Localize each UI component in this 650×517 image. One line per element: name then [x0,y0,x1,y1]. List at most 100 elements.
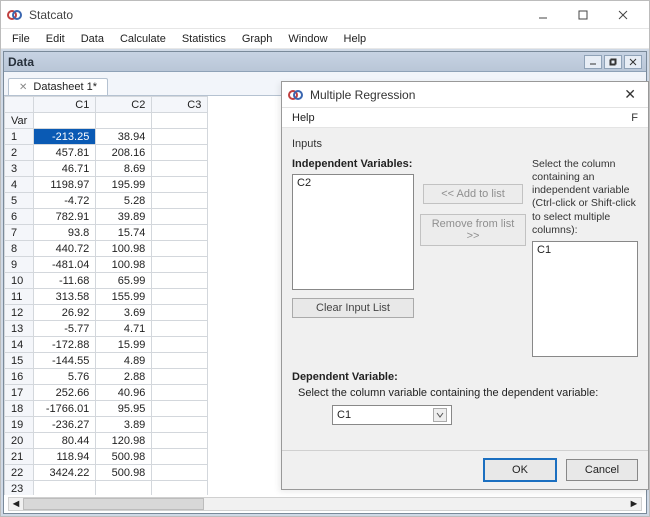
row-header[interactable]: 11 [5,289,34,305]
table-row[interactable]: 14-172.8815.99 [5,337,208,353]
row-header[interactable]: 8 [5,241,34,257]
row-header[interactable]: 5 [5,193,34,209]
cell[interactable]: -481.04 [34,257,96,273]
cell[interactable]: 26.92 [34,305,96,321]
cell[interactable]: -5.77 [34,321,96,337]
menu-file[interactable]: File [5,31,37,47]
row-header[interactable]: 7 [5,225,34,241]
data-window-minimize[interactable] [584,55,602,69]
cell[interactable]: 3424.22 [34,465,96,481]
cell[interactable] [152,385,208,401]
independent-variables-listbox[interactable]: C2 [292,174,414,290]
cell[interactable] [152,433,208,449]
row-header[interactable]: 14 [5,337,34,353]
cell[interactable]: 3.69 [96,305,152,321]
table-row[interactable]: 2080.44120.98 [5,433,208,449]
row-header[interactable]: 19 [5,417,34,433]
scroll-thumb[interactable] [23,498,204,510]
sheet-tab[interactable]: ✕ Datasheet 1* [8,78,108,95]
cell[interactable]: 46.71 [34,161,96,177]
ok-button[interactable]: OK [484,459,556,481]
clear-input-list-button[interactable]: Clear Input List [292,298,414,318]
dialog-close-button[interactable]: ✕ [618,86,642,103]
cell[interactable]: 155.99 [96,289,152,305]
table-row[interactable]: 8440.72100.98 [5,241,208,257]
cell[interactable]: 252.66 [34,385,96,401]
cell[interactable]: 100.98 [96,241,152,257]
table-row[interactable]: 19-236.273.89 [5,417,208,433]
cell[interactable] [152,369,208,385]
table-row[interactable]: 793.815.74 [5,225,208,241]
table-row[interactable]: 6782.9139.89 [5,209,208,225]
window-close-button[interactable] [603,4,643,26]
cell[interactable]: 313.58 [34,289,96,305]
table-row[interactable]: 23 [5,481,208,496]
row-header[interactable]: 3 [5,161,34,177]
row-header[interactable]: 18 [5,401,34,417]
row-header[interactable]: 21 [5,449,34,465]
cell[interactable]: 5.76 [34,369,96,385]
cell[interactable]: -11.68 [34,273,96,289]
cell[interactable]: 500.98 [96,449,152,465]
row-header[interactable]: 15 [5,353,34,369]
row-header[interactable]: 1 [5,129,34,145]
row-header[interactable]: 16 [5,369,34,385]
row-header[interactable]: 12 [5,305,34,321]
cell[interactable] [152,177,208,193]
menu-statistics[interactable]: Statistics [175,31,233,47]
cell[interactable]: 208.16 [96,145,152,161]
cell[interactable] [152,241,208,257]
cell[interactable]: 440.72 [34,241,96,257]
cancel-button[interactable]: Cancel [566,459,638,481]
column-header[interactable]: C3 [152,97,208,113]
table-row[interactable]: 5-4.725.28 [5,193,208,209]
row-header[interactable]: 10 [5,273,34,289]
menu-graph[interactable]: Graph [235,31,280,47]
table-row[interactable]: 21118.94500.98 [5,449,208,465]
cell[interactable] [34,481,96,496]
data-window-restore[interactable] [604,55,622,69]
cell[interactable]: 4.71 [96,321,152,337]
sheet-tab-close-icon[interactable]: ✕ [19,82,27,93]
cell[interactable]: 500.98 [96,465,152,481]
list-item[interactable]: C2 [297,177,409,189]
row-header[interactable]: 22 [5,465,34,481]
cell[interactable] [152,337,208,353]
window-minimize-button[interactable] [523,4,563,26]
table-row[interactable]: 9-481.04100.98 [5,257,208,273]
row-header[interactable]: 20 [5,433,34,449]
table-row[interactable]: 1-213.2538.94 [5,129,208,145]
cell[interactable]: 782.91 [34,209,96,225]
cell[interactable]: -4.72 [34,193,96,209]
cell[interactable] [96,481,152,496]
cell[interactable] [152,481,208,496]
cell[interactable] [152,289,208,305]
dialog-help-menu[interactable]: Help [292,112,315,124]
cell[interactable]: 80.44 [34,433,96,449]
cell[interactable] [152,401,208,417]
cell[interactable]: 3.89 [96,417,152,433]
table-row[interactable]: 346.718.69 [5,161,208,177]
cell[interactable]: 40.96 [96,385,152,401]
cell[interactable]: 5.28 [96,193,152,209]
cell[interactable] [152,273,208,289]
cell[interactable]: 1198.97 [34,177,96,193]
window-maximize-button[interactable] [563,4,603,26]
cell[interactable]: 100.98 [96,257,152,273]
row-header[interactable]: 17 [5,385,34,401]
column-header[interactable]: C1 [34,97,96,113]
cell[interactable]: -213.25 [34,129,96,145]
cell[interactable] [152,353,208,369]
table-row[interactable]: 13-5.774.71 [5,321,208,337]
add-to-list-button[interactable]: << Add to list [423,184,523,204]
cell[interactable] [152,145,208,161]
cell[interactable] [152,257,208,273]
cell[interactable]: 38.94 [96,129,152,145]
cell[interactable]: 95.95 [96,401,152,417]
menu-data[interactable]: Data [74,31,111,47]
menu-help[interactable]: Help [337,31,374,47]
row-header[interactable]: 2 [5,145,34,161]
cell[interactable]: 15.74 [96,225,152,241]
table-row[interactable]: 11313.58155.99 [5,289,208,305]
cell[interactable] [152,417,208,433]
